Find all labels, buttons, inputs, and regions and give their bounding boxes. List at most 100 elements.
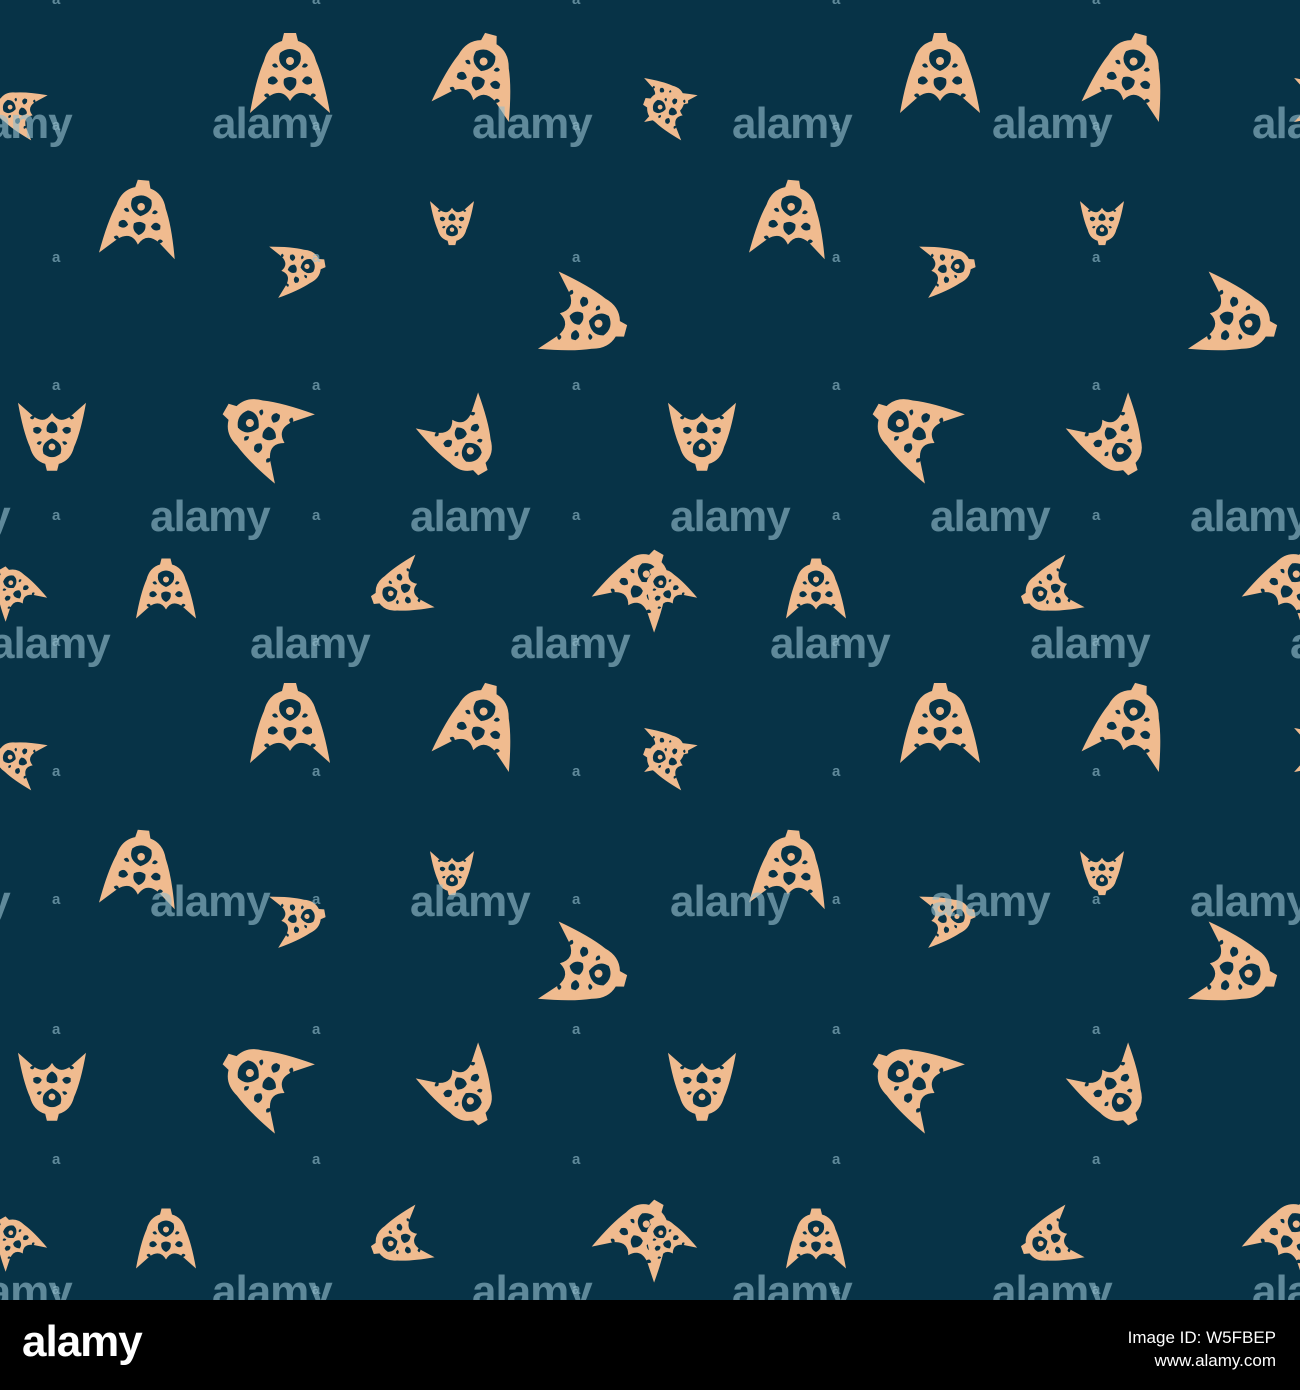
ornamental-arrowhead-motif: [855, 1024, 965, 1134]
ornamental-arrowhead-motif: [18, 1052, 86, 1121]
alamy-small-watermark: a: [312, 891, 321, 908]
alamy-small-watermark: a: [832, 891, 841, 908]
alamy-small-watermark: a: [52, 117, 61, 134]
alamy-watermark: alamy: [150, 877, 271, 926]
ornamental-arrowhead-motif: [786, 1208, 846, 1269]
alamy-small-watermark: a: [1092, 0, 1100, 7]
ornamental-arrowhead-motif: [250, 683, 330, 763]
alamy-small-watermark: a: [1092, 1281, 1101, 1298]
ornamental-arrowhead-motif: [136, 1208, 196, 1269]
ornamental-arrowhead-motif: [430, 201, 474, 246]
alamy-small-watermark: a: [312, 1151, 321, 1168]
ornamental-arrowhead-motif: [537, 921, 636, 1020]
alamy-small-watermark: a: [572, 0, 580, 7]
alamy-small-watermark: a: [312, 1281, 321, 1298]
ornamental-arrowhead-motif: [1241, 534, 1300, 633]
alamy-small-watermark: a: [52, 249, 61, 266]
alamy-small-watermark: a: [1092, 117, 1101, 134]
ornamental-arrowhead-motif: [98, 176, 182, 260]
alamy-small-watermark: a: [52, 763, 61, 780]
alamy-watermark: alamy: [1190, 492, 1300, 541]
alamy-small-watermark: a: [832, 0, 840, 7]
alamy-small-watermark: a: [572, 1151, 581, 1168]
alamy-small-watermark: a: [572, 377, 581, 394]
ornamental-arrowhead-motif: [415, 392, 515, 491]
ornamental-arrowhead-motif: [1081, 674, 1180, 773]
ornamental-arrowhead-motif: [668, 402, 736, 471]
alamy-small-watermark: a: [1092, 249, 1101, 266]
alamy-watermark: alamy: [930, 877, 1051, 926]
alamy-small-watermark: a: [52, 1021, 61, 1038]
ornamental-arrowhead-motif: [1294, 728, 1300, 772]
site-url[interactable]: www.alamy.com: [1128, 1350, 1276, 1373]
alamy-small-watermark: a: [312, 1021, 321, 1038]
ornamental-arrowhead-motif: [1065, 1042, 1165, 1141]
alamy-watermark: alamy: [0, 99, 73, 148]
ornamental-arrowhead-motif: [855, 374, 965, 484]
alamy-small-watermark: a: [1092, 1021, 1101, 1038]
alamy-watermark: alamy: [670, 492, 791, 541]
alamy-small-watermark: a: [832, 633, 841, 650]
ornamental-arrowhead-motif: [919, 237, 980, 298]
alamy-watermark: alamy: [410, 877, 531, 926]
alamy-watermark: alamy: [510, 619, 631, 668]
ornamental-arrowhead-motif: [1187, 921, 1286, 1020]
alamy-watermark: alamy: [250, 619, 371, 668]
alamy-small-watermark: a: [52, 507, 61, 524]
alamy-watermark: alamy: [410, 492, 531, 541]
ornamental-arrowhead-motif: [1012, 1204, 1085, 1277]
alamy-small-watermark: a: [52, 891, 61, 908]
footer-brand-logo[interactable]: alamy: [22, 1320, 143, 1364]
alamy-small-watermark: a: [572, 507, 581, 524]
ornamental-arrowhead-motif: [1012, 554, 1085, 627]
seamless-pattern: alamy alamy alamy alamy alamy alamy alamy alamy…: [0, 0, 1300, 1300]
alamy-watermark: alamy: [0, 1267, 73, 1301]
alamy-watermark: alamy: [930, 492, 1051, 541]
alamy-small-watermark: a: [312, 763, 321, 780]
alamy-small-watermark: a: [52, 1281, 61, 1298]
alamy-small-watermark: a: [572, 763, 581, 780]
alamy-small-watermark: a: [312, 249, 321, 266]
ornamental-arrowhead-motif: [668, 1052, 736, 1121]
alamy-small-watermark: a: [312, 117, 321, 134]
alamy-watermark: alamy: [0, 880, 11, 924]
ornamental-arrowhead-motif: [0, 556, 48, 622]
alamy-small-watermark: a: [832, 507, 841, 524]
ornamental-arrowhead-motif: [0, 1206, 48, 1272]
alamy-watermark: alamy: [1252, 1267, 1300, 1301]
alamy-small-watermark: a: [52, 633, 61, 650]
alamy-small-watermark: a: [1092, 763, 1101, 780]
alamy-small-watermark: a: [1092, 1151, 1101, 1168]
alamy-small-watermark: a: [1092, 377, 1101, 394]
alamy-small-watermark: a: [572, 249, 581, 266]
ornamental-arrowhead-motif: [1187, 271, 1286, 370]
alamy-small-watermark: a: [312, 507, 321, 524]
alamy-small-watermark: a: [572, 117, 581, 134]
alamy-small-watermark: a: [312, 377, 321, 394]
ornamental-arrowhead-motif: [136, 558, 196, 619]
alamy-small-watermark: a: [52, 1151, 61, 1168]
alamy-small-watermark: a: [832, 763, 841, 780]
alamy-small-watermark: a: [832, 377, 841, 394]
alamy-watermark: alamy: [670, 877, 791, 926]
ornamental-arrowhead-motif: [431, 674, 530, 773]
ornamental-arrowhead-motif: [0, 728, 48, 791]
ornamental-arrowhead-motif: [900, 683, 980, 763]
alamy-small-watermark: a: [832, 249, 841, 266]
ornamental-arrowhead-motif: [900, 33, 980, 113]
ornamental-arrowhead-motif: [269, 237, 330, 298]
ornamental-arrowhead-motif: [18, 402, 86, 471]
ornamental-arrowhead-motif: [205, 374, 315, 484]
alamy-small-watermark: a: [572, 1021, 581, 1038]
alamy-small-watermark: a: [572, 891, 581, 908]
ornamental-arrowhead-motif: [1080, 851, 1124, 896]
footer-bar: alamy Image ID: W5FBEP www.alamy.com: [0, 1300, 1300, 1390]
alamy-watermark: alamy: [1030, 619, 1151, 668]
alamy-watermark: alamy: [1190, 877, 1300, 926]
alamy-small-watermark: a: [832, 1281, 841, 1298]
alamy-small-watermark: a: [312, 0, 320, 7]
ornamental-arrowhead-motif: [1080, 201, 1124, 246]
ornamental-arrowhead-motif: [269, 887, 330, 948]
ornamental-arrowhead-motif: [205, 1024, 315, 1134]
alamy-watermark: alamy: [1252, 99, 1300, 148]
